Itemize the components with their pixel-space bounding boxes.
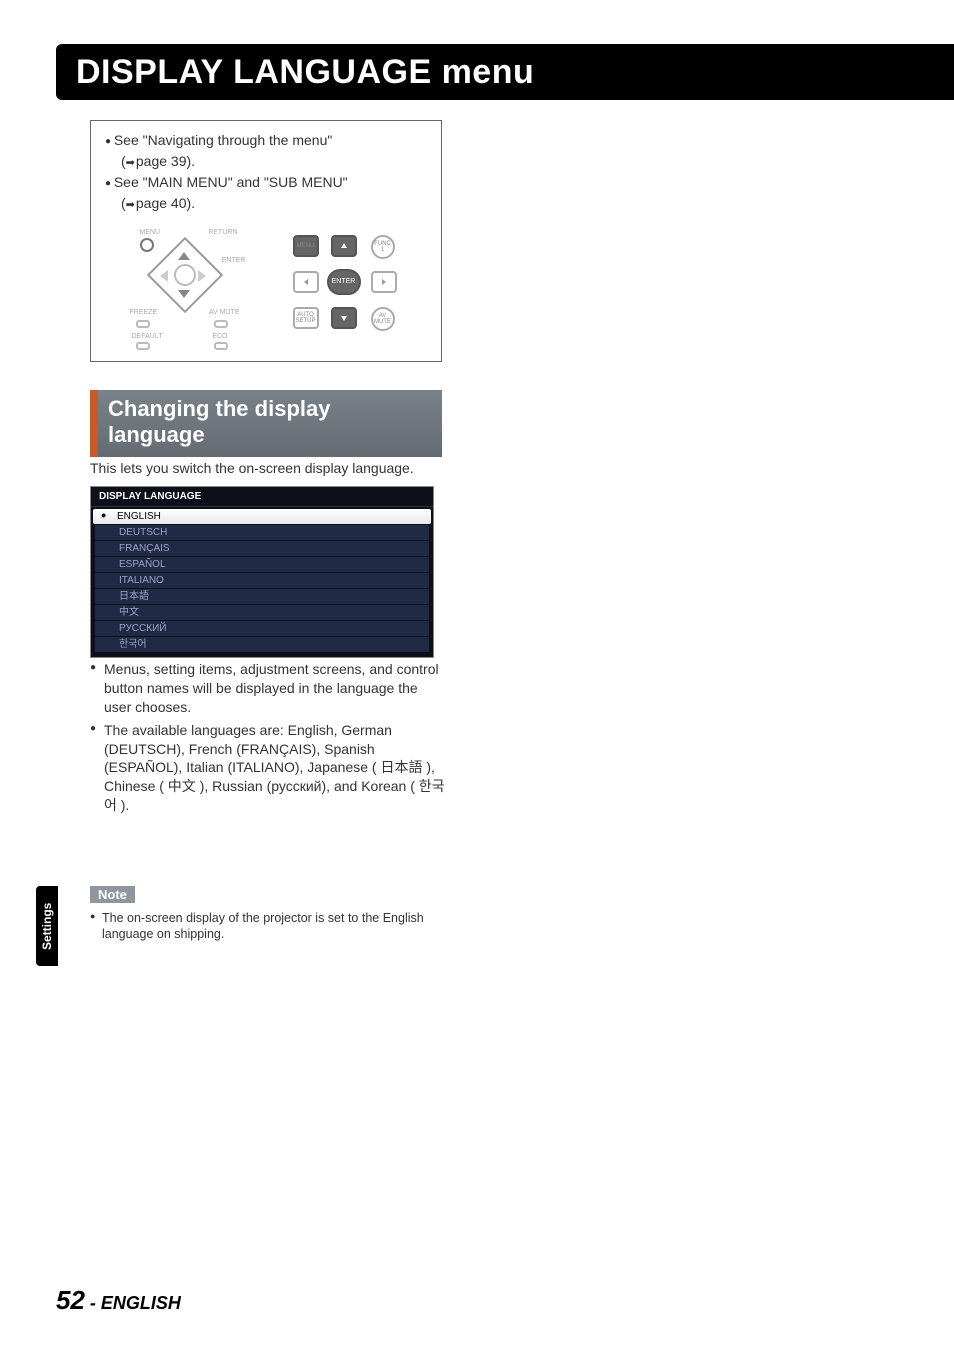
language-option: ENGLISH: [93, 509, 431, 524]
remote-enter-button: ENTER: [327, 269, 361, 295]
remote-controls-diagram: MENU FUNC 1 ENTER AUTO SETUP AV MUTE: [287, 231, 407, 341]
remote-right-button: [371, 271, 397, 293]
info-line-1b: (page 39).: [105, 152, 427, 171]
arrow-up-icon: [178, 252, 190, 260]
remote-down-button: [331, 307, 357, 329]
page-footer: 52 - ENGLISH: [56, 1285, 181, 1316]
info-line-1: See "Navigating through the menu": [105, 131, 427, 150]
language-option: 한국어: [95, 637, 429, 652]
remote-func-button: FUNC 1: [371, 235, 395, 259]
language-option: 日本語: [95, 589, 429, 604]
note-text: The on-screen display of the projector i…: [90, 910, 442, 943]
display-language-panel: DISPLAY LANGUAGE ENGLISHDEUTSCHFRANÇAISE…: [90, 486, 434, 658]
note-label: Note: [90, 886, 135, 903]
page-title: DISPLAY LANGUAGE menu: [76, 53, 534, 92]
info-box: See "Navigating through the menu" (page …: [90, 120, 442, 362]
language-option: 中文: [95, 605, 429, 620]
projector-controls-diagram: MENU RETURN ENTER FREEZE AV MUTE DEFAULT…: [126, 226, 246, 346]
remote-avmute-button: AV MUTE: [371, 307, 395, 331]
menu-button-icon: [140, 238, 154, 252]
side-tab-settings: Settings: [36, 886, 58, 966]
language-list: ENGLISHDEUTSCHFRANÇAISESPAÑOLITALIANO日本語…: [91, 507, 433, 657]
language-option: FRANÇAIS: [95, 541, 429, 556]
arrow-right-icon: [198, 270, 206, 282]
info-line-2: See "MAIN MENU" and "SUB MENU": [105, 173, 427, 192]
enter-button-icon: [174, 264, 196, 286]
arrow-left-icon: [160, 270, 168, 282]
footer-language: ENGLISH: [101, 1293, 181, 1313]
section-header: Changing the display language: [90, 390, 442, 457]
remote-up-button: [331, 235, 357, 257]
language-option: РУССКИЙ: [95, 621, 429, 636]
arrow-down-icon: [178, 290, 190, 298]
body-bullet: Menus, setting items, adjustment screens…: [90, 660, 445, 717]
remote-menu-button: MENU: [293, 235, 319, 257]
body-bullet-list: Menus, setting items, adjustment screens…: [90, 660, 445, 819]
body-bullet: The available languages are: English, Ge…: [90, 721, 445, 815]
note-body: The on-screen display of the projector i…: [90, 910, 442, 943]
intro-text: This lets you switch the on-screen displ…: [90, 460, 448, 476]
display-language-header: DISPLAY LANGUAGE: [91, 487, 433, 507]
remote-left-button: [293, 271, 319, 293]
page-number: 52: [56, 1285, 85, 1315]
language-option: ESPAÑOL: [95, 557, 429, 572]
language-option: DEUTSCH: [95, 525, 429, 540]
remote-auto-button: AUTO SETUP: [293, 307, 319, 329]
page-title-bar: DISPLAY LANGUAGE menu: [56, 44, 954, 100]
info-line-2b: (page 40).: [105, 194, 427, 213]
control-diagrams: MENU RETURN ENTER FREEZE AV MUTE DEFAULT…: [105, 223, 427, 349]
language-option: ITALIANO: [95, 573, 429, 588]
